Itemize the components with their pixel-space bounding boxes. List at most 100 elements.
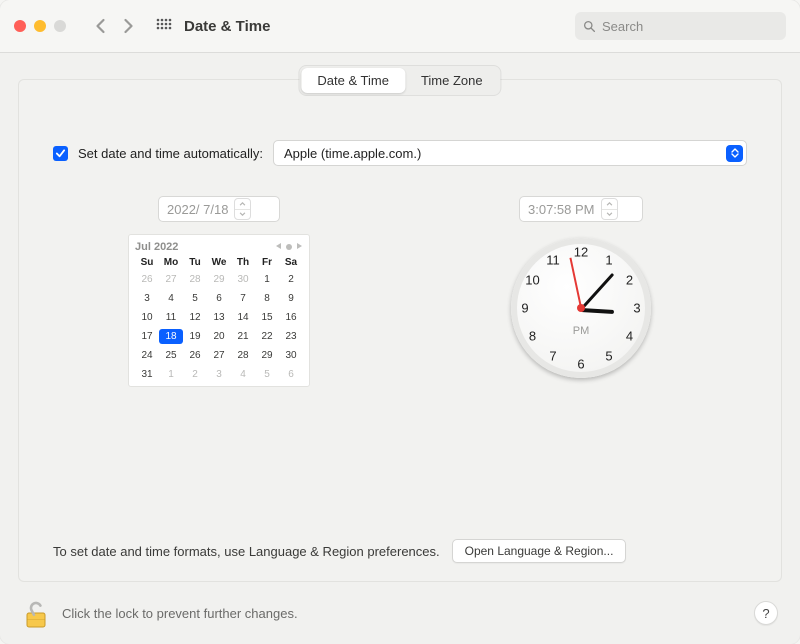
calendar-day-other[interactable]: 26 (135, 272, 159, 287)
calendar-day[interactable]: 17 (135, 329, 159, 344)
open-language-region-button[interactable]: Open Language & Region... (452, 539, 627, 563)
calendar-day[interactable]: 15 (255, 310, 279, 325)
tab-time-zone[interactable]: Time Zone (405, 68, 499, 93)
clock-number: 9 (521, 301, 528, 316)
calendar[interactable]: Jul 2022 SuMoTuWeThFrSa26272829301234567… (128, 234, 310, 387)
calendar-day[interactable]: 31 (135, 367, 159, 382)
auto-checkbox[interactable] (53, 146, 68, 161)
calendar-day-other[interactable]: 1 (159, 367, 183, 382)
calendar-day[interactable]: 13 (207, 310, 231, 325)
prefs-window: Date & Time Search Date & Time Time Zone… (0, 0, 800, 644)
calendar-day[interactable]: 7 (231, 291, 255, 306)
calendar-day[interactable]: 12 (183, 310, 207, 325)
calendar-day[interactable]: 11 (159, 310, 183, 325)
show-all-button[interactable] (152, 14, 176, 38)
clock-number: 5 (605, 349, 612, 364)
calendar-weekday: Mo (159, 257, 183, 268)
calendar-weekday: We (207, 257, 231, 268)
checkmark-icon (55, 148, 66, 159)
calendar-day[interactable]: 27 (207, 348, 231, 363)
calendar-weekday: Su (135, 257, 159, 268)
clock-number: 2 (626, 273, 633, 288)
search-placeholder: Search (602, 19, 643, 34)
hint-text: To set date and time formats, use Langua… (53, 544, 440, 559)
calendar-day[interactable]: 29 (255, 348, 279, 363)
time-stepper-buttons[interactable] (601, 198, 618, 220)
calendar-day[interactable]: 23 (279, 329, 303, 344)
calendar-weekday: Fr (255, 257, 279, 268)
time-server-combo[interactable]: Apple (time.apple.com.) (273, 140, 747, 166)
calendar-day[interactable]: 24 (135, 348, 159, 363)
calendar-header: Jul 2022 (135, 241, 303, 253)
chevron-up-icon (235, 199, 250, 210)
footer: Click the lock to prevent further change… (0, 582, 800, 644)
clock-number: 11 (546, 252, 560, 267)
calendar-day-other[interactable]: 3 (207, 367, 231, 382)
calendar-day[interactable]: 8 (255, 291, 279, 306)
clock-number: 7 (549, 349, 556, 364)
clock-number: 4 (626, 329, 633, 344)
clock-number: 3 (633, 301, 640, 316)
date-column: 2022/ 7/18 Jul 2022 (53, 196, 385, 387)
calendar-weekday: Sa (279, 257, 303, 268)
main-panel: Date & Time Time Zone Set date and time … (18, 79, 782, 582)
minimize-button[interactable] (34, 20, 46, 32)
close-button[interactable] (14, 20, 26, 32)
calendar-day[interactable]: 10 (135, 310, 159, 325)
forward-button[interactable] (116, 14, 140, 38)
calendar-day-other[interactable]: 2 (183, 367, 207, 382)
calendar-day[interactable]: 2 (279, 272, 303, 287)
hint-row: To set date and time formats, use Langua… (53, 519, 747, 563)
lock-button[interactable] (22, 597, 50, 629)
calendar-day[interactable]: 22 (255, 329, 279, 344)
help-button[interactable]: ? (754, 601, 778, 625)
calendar-day[interactable]: 26 (183, 348, 207, 363)
calendar-day-other[interactable]: 29 (207, 272, 231, 287)
calendar-prev-icon[interactable] (275, 241, 282, 253)
calendar-day[interactable]: 9 (279, 291, 303, 306)
tab-date-time[interactable]: Date & Time (301, 68, 405, 93)
calendar-day-other[interactable]: 30 (231, 272, 255, 287)
window-title: Date & Time (184, 18, 270, 35)
calendar-day[interactable]: 25 (159, 348, 183, 363)
calendar-day-other[interactable]: 27 (159, 272, 183, 287)
clock-number: 6 (577, 357, 584, 372)
search-field[interactable]: Search (575, 12, 786, 40)
calendar-day[interactable]: 30 (279, 348, 303, 363)
calendar-day[interactable]: 6 (207, 291, 231, 306)
time-stepper[interactable]: 3:07:58 PM (519, 196, 643, 222)
analog-clock: PM 121234567891011 (511, 238, 651, 378)
calendar-day[interactable]: 3 (135, 291, 159, 306)
calendar-day[interactable]: 4 (159, 291, 183, 306)
calendar-today-icon[interactable] (286, 244, 292, 250)
clock-ampm: PM (573, 325, 590, 337)
calendar-day[interactable]: 14 (231, 310, 255, 325)
calendar-day[interactable]: 1 (255, 272, 279, 287)
date-stepper[interactable]: 2022/ 7/18 (158, 196, 280, 222)
back-button[interactable] (88, 14, 112, 38)
calendar-day-other[interactable]: 6 (279, 367, 303, 382)
calendar-day[interactable]: 16 (279, 310, 303, 325)
calendar-day[interactable]: 21 (231, 329, 255, 344)
calendar-day[interactable]: 5 (183, 291, 207, 306)
middle-row: 2022/ 7/18 Jul 2022 (53, 196, 747, 387)
calendar-day-other[interactable]: 4 (231, 367, 255, 382)
calendar-day[interactable]: 19 (183, 329, 207, 344)
calendar-weekday: Tu (183, 257, 207, 268)
chevron-down-icon (235, 210, 250, 220)
calendar-weekday: Th (231, 257, 255, 268)
window-controls (14, 20, 66, 32)
zoom-button[interactable] (54, 20, 66, 32)
lock-text: Click the lock to prevent further change… (62, 606, 298, 621)
clock-hand-m (580, 273, 614, 311)
calendar-day-other[interactable]: 5 (255, 367, 279, 382)
calendar-day-other[interactable]: 28 (183, 272, 207, 287)
date-stepper-buttons[interactable] (234, 198, 251, 220)
calendar-next-icon[interactable] (296, 241, 303, 253)
tabstrip: Date & Time Time Zone (299, 66, 500, 95)
date-value: 2022/ 7/18 (167, 202, 228, 217)
calendar-day[interactable]: 20 (207, 329, 231, 344)
time-value: 3:07:58 PM (528, 202, 595, 217)
calendar-day[interactable]: 28 (231, 348, 255, 363)
calendar-day[interactable]: 18 (159, 329, 183, 344)
